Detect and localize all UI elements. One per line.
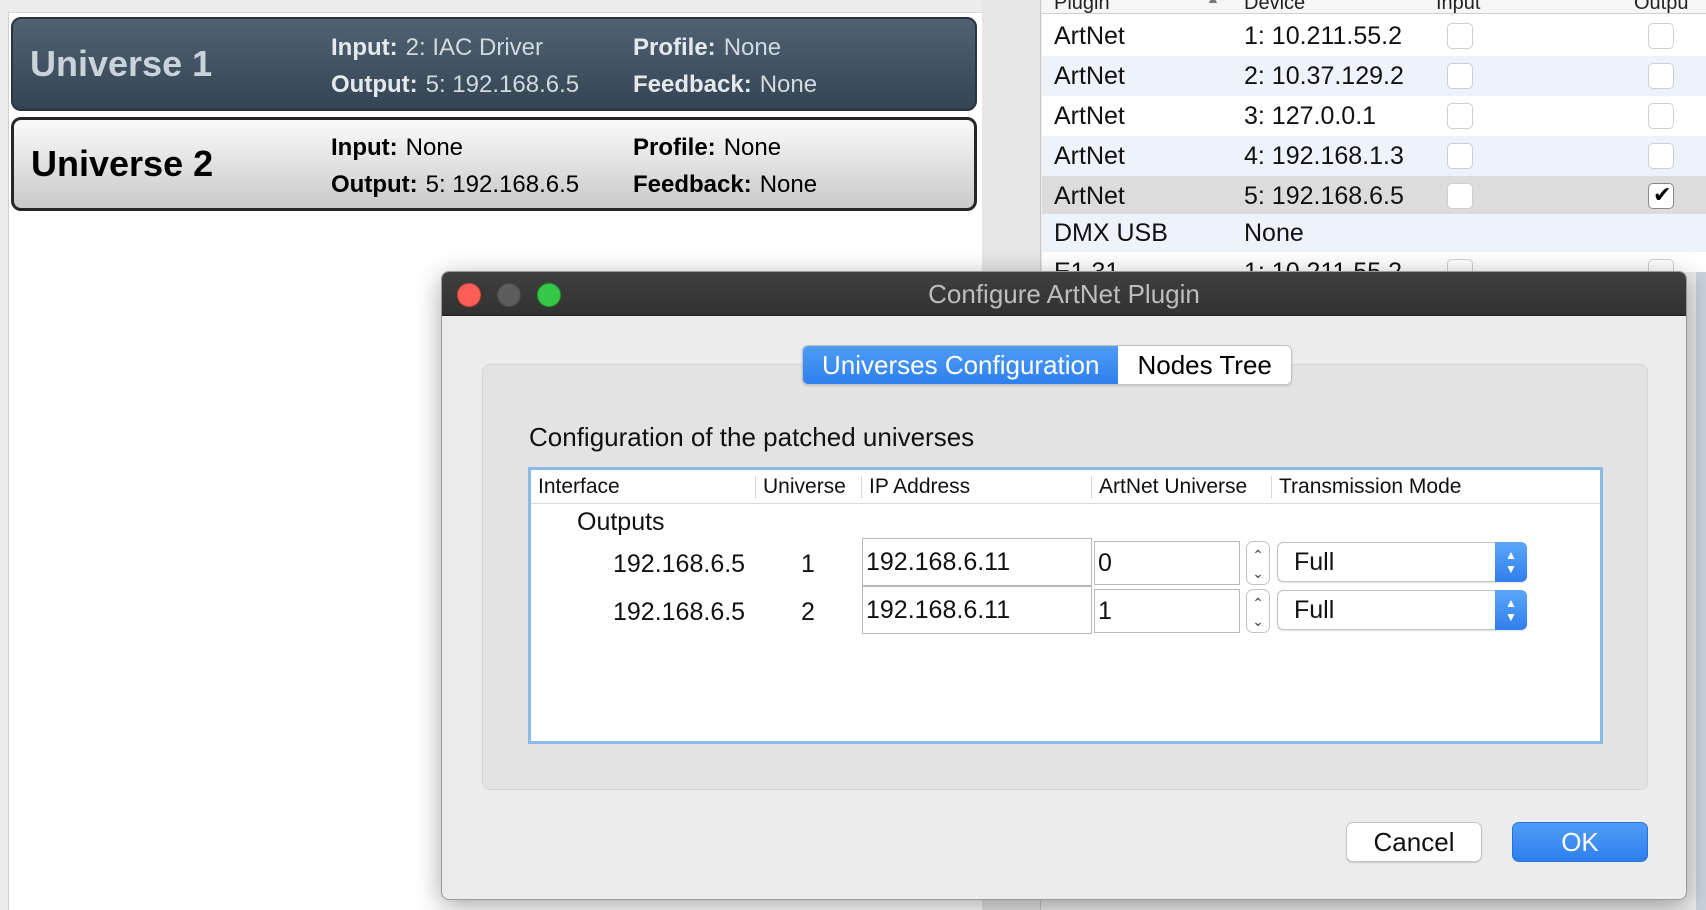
tab-universes-configuration[interactable]: Universes Configuration <box>803 346 1119 384</box>
device-name: 5: 192.168.6.5 <box>1244 181 1404 210</box>
artnet-universe-stepper-icon[interactable]: ⌃ ⌄ <box>1246 541 1270 585</box>
input-checkbox[interactable] <box>1447 103 1473 129</box>
select-arrows-icon[interactable]: ▲ ▼ <box>1495 542 1527 582</box>
plugin-row[interactable]: E1.31 1: 10.211.55.2 <box>1042 252 1706 272</box>
header-plugin[interactable]: Plugin <box>1054 0 1110 15</box>
output-checkbox[interactable] <box>1648 143 1674 169</box>
universe-item-1[interactable]: Universe 1 Input: 2: IAC Driver Output: 5:… <box>11 17 977 111</box>
output-checkbox-checked[interactable] <box>1648 182 1674 209</box>
column-interface[interactable]: Interface <box>538 475 620 499</box>
universe-profile: Profile: None <box>633 34 782 61</box>
plugin-row[interactable]: ArtNet 4: 192.168.1.3 <box>1042 136 1706 176</box>
output-checkbox[interactable] <box>1648 23 1674 49</box>
transmission-mode-select[interactable]: Full ▲ ▼ <box>1277 542 1527 582</box>
artnet-universe-input[interactable]: 1 <box>1094 589 1240 633</box>
universe-feedback: Feedback: None <box>633 171 818 198</box>
universe-output: Output: 5: 192.168.6.5 <box>331 71 580 98</box>
configure-artnet-dialog: Configure ArtNet Plugin Universes Config… <box>441 271 1687 900</box>
plugin-name: ArtNet <box>1054 101 1125 130</box>
output-checkbox[interactable] <box>1648 103 1674 129</box>
input-checkbox[interactable] <box>1447 23 1473 49</box>
dialog-titlebar[interactable]: Configure ArtNet Plugin <box>442 272 1686 316</box>
artnet-universe-input[interactable]: 0 <box>1094 541 1240 585</box>
outputs-group-label[interactable]: Outputs <box>577 508 665 537</box>
universe-name: Universe 1 <box>30 43 213 84</box>
plugin-row[interactable]: ArtNet 1: 10.211.55.2 <box>1042 16 1706 56</box>
plugin-table: Plugin ▲ Device Input Outpu ArtNet 1: 10… <box>1042 0 1706 272</box>
universe-profile: Profile: None <box>633 134 782 161</box>
select-arrows-icon[interactable]: ▲ ▼ <box>1495 590 1527 630</box>
dialog-title: Configure ArtNet Plugin <box>928 279 1200 309</box>
plugin-name: DMX USB <box>1054 218 1168 247</box>
device-name: None <box>1244 218 1304 247</box>
ip-address-input[interactable]: 192.168.6.11 <box>862 538 1092 586</box>
plugin-name: E1.31 <box>1054 257 1120 273</box>
tab-nodes-tree[interactable]: Nodes Tree <box>1118 346 1291 384</box>
column-transmission-mode[interactable]: Transmission Mode <box>1279 475 1461 499</box>
transmission-mode-value: Full <box>1294 596 1335 624</box>
cancel-button[interactable]: Cancel <box>1346 822 1482 862</box>
universe-input: Input: None <box>331 134 464 161</box>
universe-feedback: Feedback: None <box>633 71 818 98</box>
plugin-row[interactable]: ArtNet 3: 127.0.0.1 <box>1042 96 1706 136</box>
background-panel-edge <box>1696 272 1706 910</box>
transmission-mode-select[interactable]: Full ▲ ▼ <box>1277 590 1527 630</box>
column-artnet-universe[interactable]: ArtNet Universe <box>1099 475 1247 499</box>
row-universe: 1 <box>801 550 815 578</box>
ip-address-input[interactable]: 192.168.6.11 <box>862 586 1092 634</box>
column-ip-address[interactable]: IP Address <box>869 475 970 499</box>
plugin-row[interactable]: ArtNet 2: 10.37.129.2 <box>1042 56 1706 96</box>
transmission-mode-value: Full <box>1294 548 1335 576</box>
output-checkbox[interactable] <box>1648 63 1674 89</box>
tab-bar: Universes Configuration Nodes Tree <box>802 345 1292 385</box>
universe-input: Input: 2: IAC Driver <box>331 34 543 61</box>
input-checkbox[interactable] <box>1447 183 1473 209</box>
row-universe: 2 <box>801 598 815 626</box>
input-checkbox[interactable] <box>1447 143 1473 169</box>
plugin-row[interactable]: DMX USB None <box>1042 214 1706 252</box>
universe-name: Universe 2 <box>31 143 214 184</box>
table-header: Interface Universe IP Address ArtNet Uni… <box>531 470 1600 504</box>
plugin-table-header: Plugin ▲ Device Input Outpu <box>1042 0 1706 14</box>
input-checkbox[interactable] <box>1447 63 1473 89</box>
plugin-name: ArtNet <box>1054 141 1125 170</box>
header-output[interactable]: Outpu <box>1634 0 1688 15</box>
device-name: 4: 192.168.1.3 <box>1244 141 1404 170</box>
plugin-name: ArtNet <box>1054 181 1125 210</box>
universe-output: Output: 5: 192.168.6.5 <box>331 171 580 198</box>
section-label: Configuration of the patched universes <box>529 422 975 452</box>
universe-item-2[interactable]: Universe 2 Input: None Output: 5: 192.168.… <box>11 117 977 211</box>
row-interface: 192.168.6.5 <box>613 598 746 626</box>
universes-table[interactable]: Interface Universe IP Address ArtNet Uni… <box>528 467 1603 744</box>
ok-button[interactable]: OK <box>1512 822 1648 862</box>
header-input[interactable]: Input <box>1436 0 1480 15</box>
device-name: 2: 10.37.129.2 <box>1244 61 1404 90</box>
sort-ascending-icon[interactable]: ▲ <box>1206 0 1220 6</box>
header-device[interactable]: Device <box>1244 0 1305 15</box>
device-name: 1: 10.211.55.2 <box>1244 21 1403 50</box>
row-interface: 192.168.6.5 <box>613 550 746 578</box>
plugin-name: ArtNet <box>1054 61 1125 90</box>
column-universe[interactable]: Universe <box>763 475 846 499</box>
device-name: 3: 127.0.0.1 <box>1244 101 1377 130</box>
plugin-row-selected[interactable]: ArtNet 5: 192.168.6.5 <box>1042 176 1706 216</box>
artnet-universe-stepper-icon[interactable]: ⌃ ⌄ <box>1246 589 1270 633</box>
device-name: 1: 10.211.55.2 <box>1244 257 1403 273</box>
plugin-name: ArtNet <box>1054 21 1125 50</box>
